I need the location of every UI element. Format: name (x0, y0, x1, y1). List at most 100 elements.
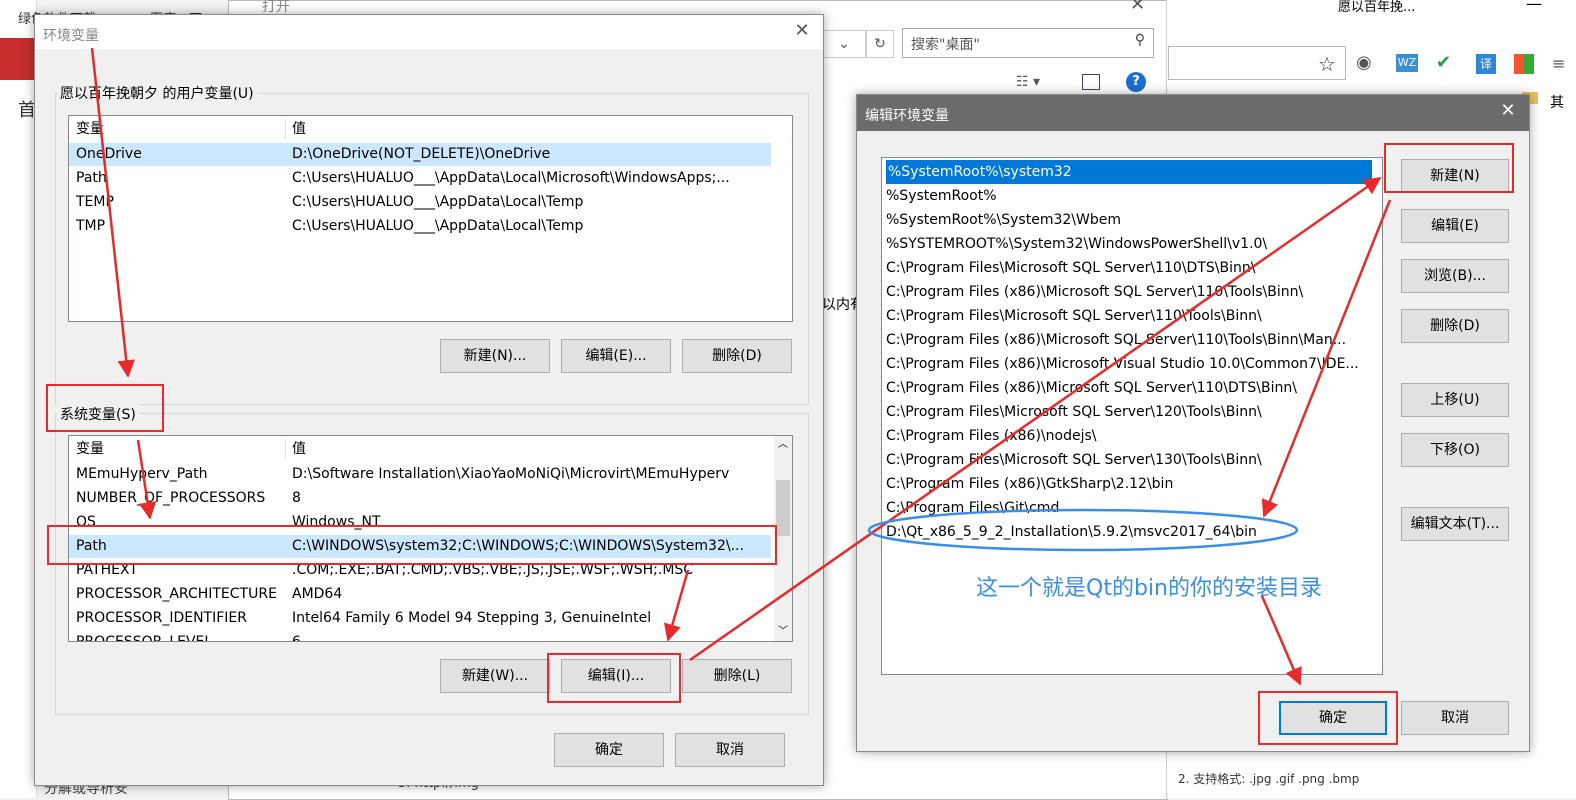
system-var-name: PROCESSOR_ARCHITECTURE (76, 586, 277, 602)
system-col-value[interactable]: 值 (292, 436, 306, 462)
user-edit-button[interactable]: 编辑(E)... (561, 339, 671, 373)
path-entry[interactable]: C:\Program Files (x86)\GtkSharp\2.12\bin (886, 472, 1173, 496)
system-new-button[interactable]: 新建(W)... (440, 659, 550, 693)
edit-delete-button[interactable]: 删除(D) (1401, 309, 1509, 343)
user-var-row[interactable]: Path C:\Users\HUALUO___\AppData\Local\Mi… (69, 167, 771, 190)
system-var-name: NUMBER_OF_PROCESSORS (76, 490, 266, 506)
path-entry-qt-bin[interactable]: D:\Qt_x86_5_9_2_Installation\5.9.2\msvc2… (886, 520, 1257, 544)
open-dialog-close[interactable]: ✕ (1130, 0, 1145, 15)
env-dialog-titlebar: 环境变量 ✕ (35, 15, 823, 49)
user-var-name: OneDrive (76, 146, 142, 162)
user-var-name: Path (76, 170, 107, 186)
path-entry[interactable]: C:\Program Files (x86)\Microsoft SQL Ser… (886, 328, 1346, 352)
user-var-value: C:\Users\HUALUO___\AppData\Local\Microso… (292, 170, 730, 186)
minimize-icon[interactable]: — (1526, 0, 1542, 13)
scroll-down-icon[interactable]: ﹀ (774, 623, 792, 641)
user-new-button[interactable]: 新建(N)... (440, 339, 550, 373)
highlight-system-vars-label (46, 384, 164, 432)
env-dialog-title: 环境变量 (43, 28, 99, 44)
view-icon[interactable]: ☷ ▾ (1016, 74, 1040, 90)
path-entry[interactable]: C:\Program Files\Microsoft SQL Server\11… (886, 304, 1262, 328)
system-var-name: PROCESSOR_LEVEL (76, 634, 213, 642)
move-up-button[interactable]: 上移(U) (1401, 383, 1509, 417)
path-entry[interactable]: C:\Program Files\Microsoft SQL Server\11… (886, 256, 1255, 280)
header-separator (285, 119, 286, 139)
pane-icon[interactable] (1082, 74, 1100, 90)
user-var-name: TEMP (76, 194, 114, 210)
path-entry[interactable]: C:\Program Files (x86)\Microsoft Visual … (886, 352, 1359, 376)
user-var-name: TMP (76, 218, 106, 234)
edit-cancel-button[interactable]: 取消 (1401, 701, 1509, 735)
system-var-name: PROCESSOR_IDENTIFIER (76, 610, 247, 626)
system-list-header: 变量 值 (69, 436, 792, 462)
right-edge-text: 其 (1550, 95, 1564, 111)
annotation-text: 这一个就是Qt的bin的你的安装目录 (976, 576, 1322, 601)
highlight-new-button (1384, 143, 1514, 193)
path-entry[interactable]: C:\Program Files (x86)\Microsoft SQL Ser… (886, 376, 1297, 400)
edit-dialog-close-icon[interactable]: ✕ (1493, 97, 1523, 125)
help-icon[interactable]: ? (1126, 72, 1146, 92)
scroll-up-icon[interactable]: ︿ (774, 436, 792, 454)
system-delete-button[interactable]: 删除(L) (682, 659, 792, 693)
shield-icon[interactable]: ✔ (1436, 52, 1451, 73)
browser-title: 愿以百年挽... (1338, 0, 1416, 15)
system-var-row[interactable]: PROCESSOR_IDENTIFIER Intel64 Family 6 Mo… (69, 607, 771, 630)
bottom-right-text: 2. 支持格式: .jpg .gif .png .bmp (1178, 772, 1360, 786)
system-var-value: AMD64 (292, 586, 343, 602)
colorful-icon[interactable] (1514, 54, 1534, 74)
highlight-ok-button (1258, 691, 1398, 745)
user-var-row[interactable]: TMP C:\Users\HUALUO___\AppData\Local\Tem… (69, 215, 771, 238)
edit-text-button[interactable]: 编辑文本(T)... (1401, 507, 1509, 541)
system-col-variable[interactable]: 变量 (76, 436, 104, 462)
path-entries-list[interactable]: %SystemRoot%\system32 %SystemRoot% %Syst… (881, 157, 1383, 675)
highlight-path-row (47, 525, 777, 565)
user-variables-label: 愿以百年挽朝夕 的用户变量(U) (57, 83, 257, 103)
env-dialog-close-icon[interactable]: ✕ (787, 17, 817, 45)
system-var-value: 6 (292, 634, 301, 642)
system-var-value: 8 (292, 490, 301, 506)
path-entry[interactable]: C:\Program Files (x86)\nodejs\ (886, 424, 1096, 448)
search-box[interactable]: 搜索"桌面" ⚲ (902, 28, 1154, 58)
system-var-row[interactable]: MEmuHyperv_Path D:\Software Installation… (69, 463, 771, 486)
edit-edit-button[interactable]: 编辑(E) (1401, 209, 1509, 243)
move-down-button[interactable]: 下移(O) (1401, 433, 1509, 467)
path-entry-selected[interactable]: %SystemRoot%\system32 (886, 160, 1372, 184)
path-entry[interactable]: %SystemRoot% (886, 184, 997, 208)
system-var-row[interactable]: PROCESSOR_LEVEL 6 (69, 631, 771, 642)
eye-icon[interactable]: ◉ (1356, 52, 1372, 73)
user-list-header: 变量 值 (69, 116, 792, 142)
refresh-icon[interactable]: ↻ (866, 30, 894, 58)
system-var-row[interactable]: NUMBER_OF_PROCESSORS 8 (69, 487, 771, 510)
system-var-row[interactable]: PROCESSOR_ARCHITECTURE AMD64 (69, 583, 771, 606)
env-ok-button[interactable]: 确定 (554, 733, 664, 767)
system-var-value: D:\Software Installation\XiaoYaoMoNiQi\M… (292, 466, 730, 482)
translate-icon[interactable]: 译 (1476, 54, 1496, 74)
path-entry[interactable]: C:\Program Files\Microsoft SQL Server\13… (886, 448, 1262, 472)
address-dropdown[interactable]: ⌄ (822, 30, 866, 58)
star-icon[interactable]: ☆ (1318, 52, 1336, 76)
search-icon: ⚲ (1134, 32, 1145, 48)
menu-icon[interactable]: ≡ (1552, 54, 1565, 73)
user-var-value: D:\OneDrive(NOT_DELETE)\OneDrive (292, 146, 551, 162)
left-red-block (0, 38, 36, 80)
system-var-name: MEmuHyperv_Path (76, 466, 208, 482)
wz-icon[interactable]: WZ (1396, 54, 1418, 72)
user-variables-list[interactable]: 变量 值 OneDrive D:\OneDrive(NOT_DELETE)\On… (68, 115, 793, 322)
user-var-row[interactable]: OneDrive D:\OneDrive(NOT_DELETE)\OneDriv… (69, 143, 771, 166)
user-var-row[interactable]: TEMP C:\Users\HUALUO___\AppData\Local\Te… (69, 191, 771, 214)
env-cancel-button[interactable]: 取消 (675, 733, 785, 767)
path-entry[interactable]: C:\Program Files\Microsoft SQL Server\12… (886, 400, 1262, 424)
search-placeholder: 搜索"桌面" (911, 37, 980, 53)
edit-browse-button[interactable]: 浏览(B)... (1401, 259, 1509, 293)
scroll-thumb[interactable] (776, 480, 790, 536)
user-col-variable[interactable]: 变量 (76, 116, 104, 142)
path-entry[interactable]: %SystemRoot%\System32\Wbem (886, 208, 1121, 232)
system-var-value: Intel64 Family 6 Model 94 Stepping 3, Ge… (292, 610, 652, 626)
user-var-value: C:\Users\HUALUO___\AppData\Local\Temp (292, 194, 584, 210)
path-entry[interactable]: C:\Program Files\Git\cmd (886, 496, 1059, 520)
path-entry[interactable]: %SYSTEMROOT%\System32\WindowsPowerShell\… (886, 232, 1267, 256)
user-col-value[interactable]: 值 (292, 116, 306, 142)
path-entry[interactable]: C:\Program Files (x86)\Microsoft SQL Ser… (886, 280, 1303, 304)
user-delete-button[interactable]: 删除(D) (682, 339, 792, 373)
edit-dialog-titlebar: 编辑环境变量 ✕ (857, 95, 1529, 131)
